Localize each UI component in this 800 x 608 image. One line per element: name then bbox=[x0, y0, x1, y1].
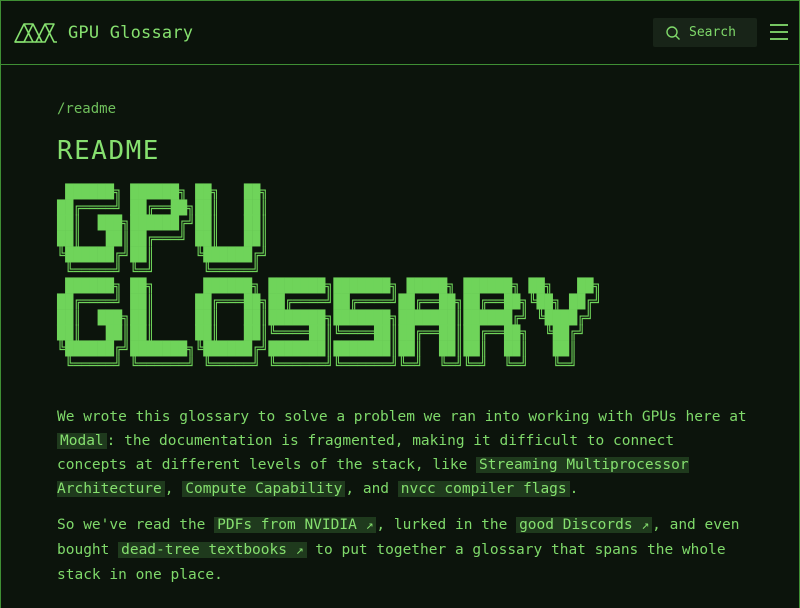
discords-link[interactable]: good Discords ↗ bbox=[516, 517, 653, 533]
external-link-arrow-icon: ↗ bbox=[295, 543, 304, 558]
breadcrumb[interactable]: /readme bbox=[57, 101, 116, 117]
top-bar: GPU Glossary Search bbox=[1, 1, 799, 65]
intro-paragraph: We wrote this glossary to solve a proble… bbox=[57, 409, 747, 497]
external-link-arrow-icon: ↗ bbox=[641, 518, 650, 533]
ascii-art-title: ██████╗ ██████╗ ██╗ ██╗ ██╔════╝ ██╔══██… bbox=[57, 184, 602, 373]
modal-logo-icon bbox=[14, 23, 57, 43]
external-link-arrow-icon: ↗ bbox=[365, 518, 374, 533]
search-icon bbox=[666, 25, 680, 40]
nvcc-flags-link[interactable]: nvcc compiler flags bbox=[397, 481, 570, 497]
search-label: Search bbox=[689, 25, 736, 40]
modal-link[interactable]: Modal bbox=[57, 433, 107, 449]
site-title: GPU Glossary bbox=[68, 23, 194, 43]
hamburger-menu-icon[interactable] bbox=[769, 23, 789, 41]
nvidia-pdfs-link[interactable]: PDFs from NVIDIA ↗ bbox=[214, 517, 377, 533]
page-title: README bbox=[57, 136, 160, 166]
search-button[interactable]: Search bbox=[653, 18, 757, 47]
site-logo-link[interactable]: GPU Glossary bbox=[13, 20, 193, 46]
sources-paragraph: So we've read the PDFs from NVIDIA ↗, lu… bbox=[57, 517, 740, 583]
textbooks-link[interactable]: dead-tree textbooks ↗ bbox=[118, 542, 307, 558]
compute-capability-link[interactable]: Compute Capability bbox=[182, 481, 346, 497]
